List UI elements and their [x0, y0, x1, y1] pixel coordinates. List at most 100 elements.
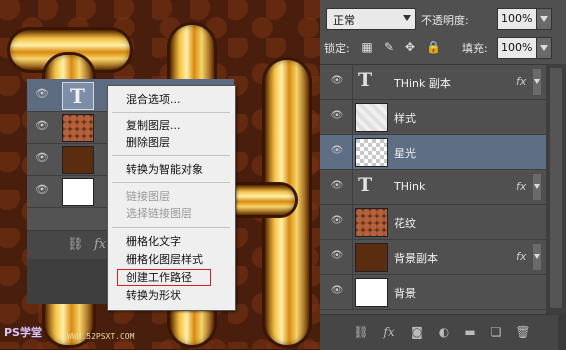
layer-thumbnail [355, 278, 388, 307]
fill-label: 填充: [462, 42, 488, 55]
layer-thumbnail [355, 103, 388, 132]
eye-icon: 👁 [330, 180, 344, 191]
layer-thumbnail [62, 178, 94, 206]
fx-icon[interactable]: fx [94, 237, 106, 252]
adjustment-icon[interactable]: ◐ [436, 325, 452, 339]
layer-row[interactable]: 👁 T THink fx [320, 170, 546, 205]
visibility-toggle[interactable]: 👁 [320, 275, 353, 309]
eye-icon: 👁 [330, 75, 344, 86]
blend-mode-select[interactable]: 正常 [326, 8, 416, 30]
watermark-logo: PS学堂 [4, 326, 42, 339]
effects-toggle[interactable] [533, 69, 541, 95]
visibility-toggle[interactable]: 👁 [320, 135, 353, 169]
text-layer-icon: T [70, 84, 85, 108]
layers-panel: 正常 不透明度: 100% 锁定: ▦ ✎ ✥ 🔒 填充: 100% 👁 T T… [320, 0, 566, 350]
menu-item-link-layers: 链接图层 [126, 190, 170, 203]
new-layer-icon[interactable]: ❏ [488, 325, 504, 339]
layers-scrollbar[interactable] [546, 64, 566, 314]
menu-item-convert-to-shape[interactable]: 转换为形状 [126, 289, 181, 302]
chevron-down-icon [540, 16, 548, 22]
opacity-label: 不透明度: [421, 14, 469, 27]
layer-row[interactable]: 👁 背景副本 fx [320, 240, 546, 275]
layer-name: THink [394, 180, 426, 193]
opacity-value: 100% [501, 12, 533, 25]
chevron-down-icon [534, 254, 540, 259]
menu-item-convert-smart-object[interactable]: 转换为智能对象 [126, 163, 203, 176]
lock-transparent-icon[interactable]: ▦ [360, 40, 374, 54]
lock-label: 锁定: [324, 42, 350, 55]
fill-input[interactable]: 100% [497, 37, 537, 59]
eye-icon: 👁 [330, 215, 344, 226]
layer-name: 背景 [394, 287, 416, 300]
layer-name: 星光 [394, 147, 416, 160]
text-layer-icon: T [358, 174, 373, 196]
group-icon[interactable]: ▬ [462, 325, 478, 339]
chevron-down-icon [540, 45, 548, 51]
panel-empty-area [27, 259, 107, 304]
lock-move-icon[interactable]: ✥ [403, 40, 417, 54]
visibility-toggle[interactable]: 👁 [320, 240, 353, 274]
trash-icon[interactable]: 🗑 [515, 325, 531, 339]
menu-item-delete-layer[interactable]: 删除图层 [126, 136, 170, 149]
fx-icon[interactable]: fx [516, 180, 526, 193]
effects-toggle[interactable] [533, 174, 541, 200]
menu-item-rasterize-layer-style[interactable]: 栅格化图层样式 [126, 253, 203, 266]
eye-icon[interactable]: 👁 [35, 184, 49, 196]
layer-row[interactable]: 👁 背景 [320, 275, 546, 310]
chevron-down-icon [534, 79, 540, 84]
menu-separator [112, 182, 230, 183]
scrollbar-thumb[interactable] [550, 68, 562, 308]
lock-paint-icon[interactable]: ✎ [382, 40, 396, 54]
panel-resize-handle[interactable] [558, 315, 566, 350]
layer-row-selected[interactable]: 👁 星光 [320, 135, 546, 170]
layers-footer: ⛓ fx ◙ ◐ ▬ ❏ 🗑 [320, 314, 566, 350]
link-icon[interactable]: ⛓ [67, 237, 84, 252]
menu-item-rasterize-type[interactable]: 栅格化文字 [126, 235, 181, 248]
layer-row[interactable]: 👁 花纹 [320, 205, 546, 240]
opacity-input[interactable]: 100% [497, 8, 537, 30]
menu-item-create-work-path[interactable]: 创建工作路径 [126, 271, 192, 284]
layer-thumbnail: T [62, 82, 94, 110]
layer-context-menu: 混合选项... 复制图层... 删除图层 转换为智能对象 链接图层 选择链接图层… [107, 85, 236, 311]
fx-icon[interactable]: fx [516, 75, 526, 88]
link-layers-icon[interactable]: ⛓ [353, 325, 369, 339]
eye-icon[interactable]: 👁 [35, 88, 49, 100]
visibility-toggle[interactable]: 👁 [320, 205, 353, 239]
fx-icon[interactable]: fx [516, 250, 526, 263]
menu-separator [112, 155, 230, 156]
text-layer-icon: T [358, 69, 373, 91]
layer-name: 花纹 [394, 217, 416, 230]
layer-name: THink 副本 [394, 77, 451, 90]
layer-thumbnail [355, 138, 388, 167]
eye-icon: 👁 [330, 285, 344, 296]
chevron-down-icon [534, 184, 540, 189]
fx-icon[interactable]: fx [381, 325, 397, 339]
opacity-dropdown[interactable] [536, 8, 552, 30]
menu-separator [112, 227, 230, 228]
watermark-url: WWW.52PSXT.COM [67, 332, 135, 341]
fill-dropdown[interactable] [536, 37, 552, 59]
visibility-toggle[interactable]: 👁 [320, 100, 353, 134]
menu-item-duplicate-layer[interactable]: 复制图层... [126, 119, 181, 132]
visibility-toggle[interactable]: 👁 [320, 65, 353, 99]
layer-row[interactable]: 👁 样式 [320, 100, 546, 135]
layer-thumbnail [62, 114, 94, 142]
mask-icon[interactable]: ◙ [409, 325, 425, 339]
fill-value: 100% [501, 41, 533, 54]
eye-icon: 👁 [330, 250, 344, 261]
layer-name: 背景副本 [394, 252, 438, 265]
menu-item-blending-options[interactable]: 混合选项... [126, 93, 181, 106]
lock-all-icon[interactable]: 🔒 [426, 40, 441, 54]
layer-row[interactable]: 👁 T THink 副本 fx [320, 65, 546, 100]
layer-thumbnail [62, 146, 94, 174]
eye-icon[interactable]: 👁 [35, 152, 49, 164]
eye-icon[interactable]: 👁 [35, 120, 49, 132]
eye-icon: 👁 [330, 145, 344, 156]
visibility-toggle[interactable]: 👁 [320, 170, 353, 204]
effects-toggle[interactable] [533, 244, 541, 270]
menu-item-select-linked-layers: 选择链接图层 [126, 207, 192, 220]
layer-name: 样式 [394, 112, 416, 125]
layer-thumbnail [355, 243, 388, 272]
menu-separator [112, 112, 230, 113]
eye-icon: 👁 [330, 110, 344, 121]
